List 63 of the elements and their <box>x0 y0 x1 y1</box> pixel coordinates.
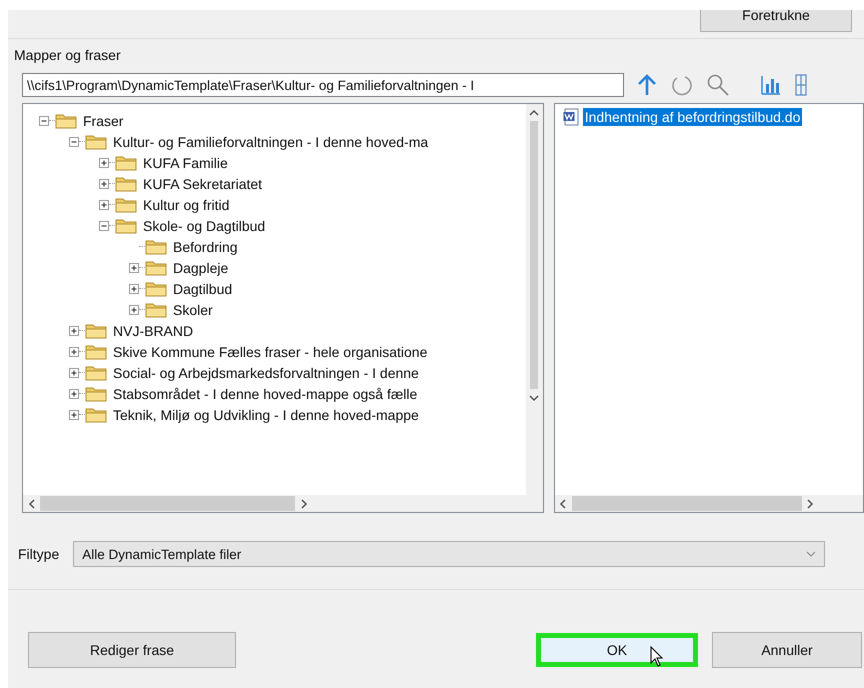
folder-icon <box>115 196 137 213</box>
mouse-cursor-icon <box>650 646 664 668</box>
dropdown-caret-icon[interactable] <box>806 551 816 557</box>
folder-item[interactable]: KUFA Sekretariatet <box>143 176 262 192</box>
expander-icon[interactable] <box>99 178 109 188</box>
folder-item[interactable]: Fraser <box>83 112 124 128</box>
folder-icon <box>115 217 137 234</box>
favorites-button[interactable]: Foretrukne <box>700 10 852 32</box>
folder-icon <box>85 343 107 360</box>
folder-icon <box>55 112 77 129</box>
folder-item[interactable]: Kultur og fritid <box>143 196 230 212</box>
expander-icon[interactable] <box>129 304 139 314</box>
folder-icon <box>145 280 167 297</box>
expander-icon[interactable] <box>129 284 139 294</box>
expander-icon[interactable] <box>39 116 49 126</box>
expander-icon[interactable] <box>129 262 139 272</box>
dialog-button[interactable]: Annuller <box>712 632 862 668</box>
search-icon[interactable] <box>706 73 730 97</box>
filetype-label: Filtype <box>18 546 60 562</box>
expander-icon[interactable] <box>99 200 109 210</box>
folder-icon <box>85 133 107 150</box>
folder-item[interactable]: Skive Kommune Fælles fraser - hele organisatione <box>113 344 428 360</box>
expander-icon[interactable] <box>69 368 79 378</box>
folder-icon <box>85 406 107 423</box>
expander-icon[interactable] <box>69 388 79 398</box>
folder-item[interactable]: Teknik, Miljø og Udvikling - I denne hoved-mappe <box>113 406 419 422</box>
expander-icon[interactable] <box>69 136 79 146</box>
dialog-button[interactable]: OK <box>536 633 698 667</box>
word-document-icon <box>562 108 579 126</box>
folder-icon <box>85 385 107 402</box>
folder-item[interactable]: Skole- og Dagtilbud <box>143 218 266 234</box>
scrollbar-thumb[interactable] <box>572 496 802 511</box>
folder-icon <box>85 322 107 339</box>
folder-item[interactable]: Skoler <box>173 302 213 318</box>
folder-item[interactable]: Dagtilbud <box>173 280 232 296</box>
dialog-button[interactable]: Rediger frase <box>28 632 236 668</box>
folder-icon <box>115 154 137 171</box>
filetype-dropdown[interactable]: Alle DynamicTemplate filer <box>73 541 826 567</box>
scrollbar-thumb[interactable] <box>530 121 538 389</box>
folder-item[interactable]: Befordring <box>173 238 238 254</box>
folder-icon <box>85 364 107 381</box>
folder-item[interactable]: Kultur- og Familieforvaltningen - I denne hoved-ma <box>113 134 428 150</box>
folder-icon <box>145 301 167 318</box>
folder-item[interactable]: Stabsområdet - I denne hoved-mappe også fælle <box>113 386 418 402</box>
folder-item[interactable]: Social- og Arbejdsmarkedsforvaltningen - I denne <box>113 364 419 380</box>
expander-icon[interactable] <box>69 326 79 336</box>
scrollbar-thumb[interactable] <box>40 496 295 511</box>
file-item[interactable]: Indhentning af befordringstilbud.do <box>582 108 802 126</box>
folder-icon <box>115 175 137 192</box>
expander-icon[interactable] <box>99 220 109 230</box>
folder-icon <box>145 259 167 276</box>
layout-icon[interactable] <box>794 73 808 97</box>
expander-icon[interactable] <box>69 410 79 420</box>
expander-icon[interactable] <box>69 346 79 356</box>
expander-icon[interactable] <box>99 158 109 168</box>
folder-item[interactable]: NVJ-BRAND <box>113 322 194 338</box>
folder-item[interactable]: KUFA Familie <box>143 154 228 170</box>
folder-item[interactable]: Dagpleje <box>173 260 228 276</box>
folder-icon <box>145 238 167 255</box>
up-arrow-icon[interactable] <box>636 73 658 97</box>
path-field[interactable]: \\cifs1\Program\DynamicTemplate\Fraser\Kultur- og Familieforvaltningen - I <box>22 73 624 97</box>
bar-chart-icon[interactable] <box>760 74 782 96</box>
section-label: Mapper og fraser <box>14 47 121 63</box>
